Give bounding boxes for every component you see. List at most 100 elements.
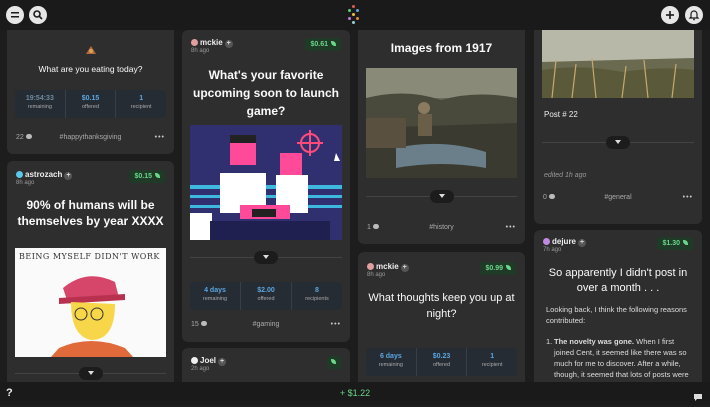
stat-label: recipients (305, 296, 329, 302)
avatar (367, 263, 374, 270)
stat-value: 19:54:33 (25, 95, 54, 102)
stat-label: remaining (378, 362, 403, 368)
author-name[interactable]: mckie + (367, 262, 409, 272)
expand-button[interactable] (366, 190, 517, 203)
follow-plus-icon[interactable]: + (578, 239, 587, 247)
tip-badge[interactable]: $0.99 (480, 262, 516, 275)
tip-badge[interactable] (327, 356, 341, 369)
author-name-text: mckie (200, 38, 223, 47)
author-name[interactable]: dejure + (543, 237, 587, 247)
post-card[interactable]: Post # 22 edited 1h ago 0 #general ••• (534, 30, 702, 224)
top-bar (0, 0, 710, 30)
post-title: What are you eating today? (38, 64, 143, 74)
post-card[interactable]: mckie + 8h ago $0.99 What thoughts keep y… (358, 252, 525, 382)
stat-value: 6 days (379, 353, 402, 360)
post-image[interactable] (190, 125, 342, 240)
stat-label: offered (257, 296, 275, 302)
post-title: Images from 1917 (390, 41, 493, 55)
post-label: Post # 22 (544, 110, 578, 119)
hashtag-link[interactable]: #general (543, 194, 693, 201)
more-options-icon[interactable]: ••• (683, 194, 693, 201)
edited-time: edited 1h ago (544, 172, 587, 179)
leaf-icon (683, 240, 688, 245)
hashtag-link[interactable]: #gaming (191, 321, 341, 328)
stat-value: $0.23 (432, 353, 451, 360)
tip-amount: $0.15 (134, 173, 152, 180)
post-card[interactable]: astrozach + 8h ago $0.15 90% of humans wi… (7, 161, 174, 382)
avatar (16, 171, 23, 178)
avatar (191, 357, 198, 364)
more-options-icon[interactable]: ••• (506, 224, 516, 231)
leaf-icon (331, 41, 336, 46)
wallet-balance[interactable]: + $1.22 (0, 388, 710, 398)
menu-icon[interactable] (6, 6, 24, 24)
leaf-icon (331, 359, 336, 364)
bell-icon[interactable] (685, 6, 703, 24)
stat-value: 1 (139, 95, 144, 102)
post-time: 8h ago (367, 272, 386, 278)
follow-plus-icon[interactable]: + (224, 40, 233, 48)
post-image[interactable]: BEING MYSELF DIDN'T WORK (15, 248, 166, 357)
follow-plus-icon[interactable]: + (64, 172, 73, 180)
expand-button[interactable] (15, 367, 166, 380)
post-card[interactable]: Joel + 2h ago (182, 348, 350, 382)
more-options-icon[interactable]: ••• (155, 134, 165, 141)
post-title: 90% of humans will be themselves by year… (17, 198, 164, 228)
post-card[interactable]: Images from 1917 1 #history ••• (358, 30, 525, 244)
tip-badge[interactable]: $0.15 (129, 170, 165, 183)
author-name[interactable]: astrozach + (16, 170, 73, 180)
author-name[interactable]: Joel + (191, 356, 227, 366)
post-time: 7h ago (543, 247, 562, 253)
feed-column-2: mckie + 8h ago $0.61 What's your favorite… (182, 30, 350, 382)
hashtag-link[interactable]: #happythanksgiving (16, 134, 165, 141)
bounty-stats: 19:54:33 remaining $0.15 offered 1 recipien… (15, 90, 166, 118)
list-marker: 1. (546, 337, 553, 346)
author-name-text: astrozach (25, 170, 63, 179)
leaf-icon (155, 173, 160, 178)
post-card[interactable]: dejure + 7h ago $1.30 So apparently I did… (534, 230, 702, 382)
post-card[interactable]: mckie + 8h ago $0.61 What's your favorite… (182, 30, 350, 342)
follow-plus-icon[interactable]: + (400, 264, 409, 272)
stat-label: recipient (130, 104, 152, 110)
expand-button[interactable] (542, 136, 694, 149)
expand-button[interactable] (190, 251, 342, 264)
feed-column-3: Images from 1917 1 #history ••• mckie + 8… (358, 30, 525, 382)
stat-label: offered (81, 104, 100, 110)
logo-icon[interactable] (346, 5, 362, 25)
tip-amount: $0.99 (485, 265, 503, 272)
post-time: 2h ago (191, 366, 210, 372)
chevron-down-icon[interactable] (429, 190, 454, 203)
hashtag-link[interactable]: #history (367, 224, 516, 231)
plus-icon[interactable] (661, 6, 679, 24)
author-name-text: mckie (376, 262, 399, 271)
post-list-item: 1. The novelty was gone. When I first joi… (546, 336, 692, 382)
feed-column-1: What are you eating today? 19:54:33 remai… (7, 30, 174, 382)
chevron-down-icon[interactable] (254, 251, 278, 264)
tip-amount: $1.30 (662, 240, 680, 247)
follow-plus-icon[interactable]: + (218, 358, 227, 366)
food-emoji-icon (85, 42, 97, 54)
search-icon[interactable] (29, 6, 47, 24)
list-item-bold: The novelty was gone. (554, 337, 635, 346)
stat-value: $0.15 (81, 95, 100, 102)
more-options-icon[interactable]: ••• (331, 321, 341, 328)
stat-label: remaining (202, 296, 228, 302)
chat-icon[interactable] (693, 389, 703, 401)
bounty-stats: 4 days remaining $2.00 offered 8 recipients (190, 282, 342, 310)
post-image[interactable] (366, 68, 517, 178)
tip-amount: $0.61 (310, 41, 328, 48)
post-title: So apparently I didn't post in over a mo… (548, 267, 688, 294)
stat-label: recipient (481, 362, 503, 368)
stat-value: 1 (490, 353, 495, 360)
chevron-down-icon[interactable] (606, 136, 630, 149)
post-image[interactable] (542, 30, 694, 98)
bounty-stats: 6 days remaining $0.23 offered 1 recipient (366, 348, 517, 376)
tip-badge[interactable]: $0.61 (305, 38, 341, 51)
post-card[interactable]: What are you eating today? 19:54:33 remai… (7, 30, 174, 154)
stat-value: 8 (315, 287, 319, 294)
chevron-down-icon[interactable] (78, 367, 103, 380)
tip-badge[interactable]: $1.30 (657, 237, 693, 250)
stat-label: offered (432, 362, 451, 368)
author-name[interactable]: mckie + (191, 38, 233, 48)
author-name-text: Joel (200, 356, 217, 365)
